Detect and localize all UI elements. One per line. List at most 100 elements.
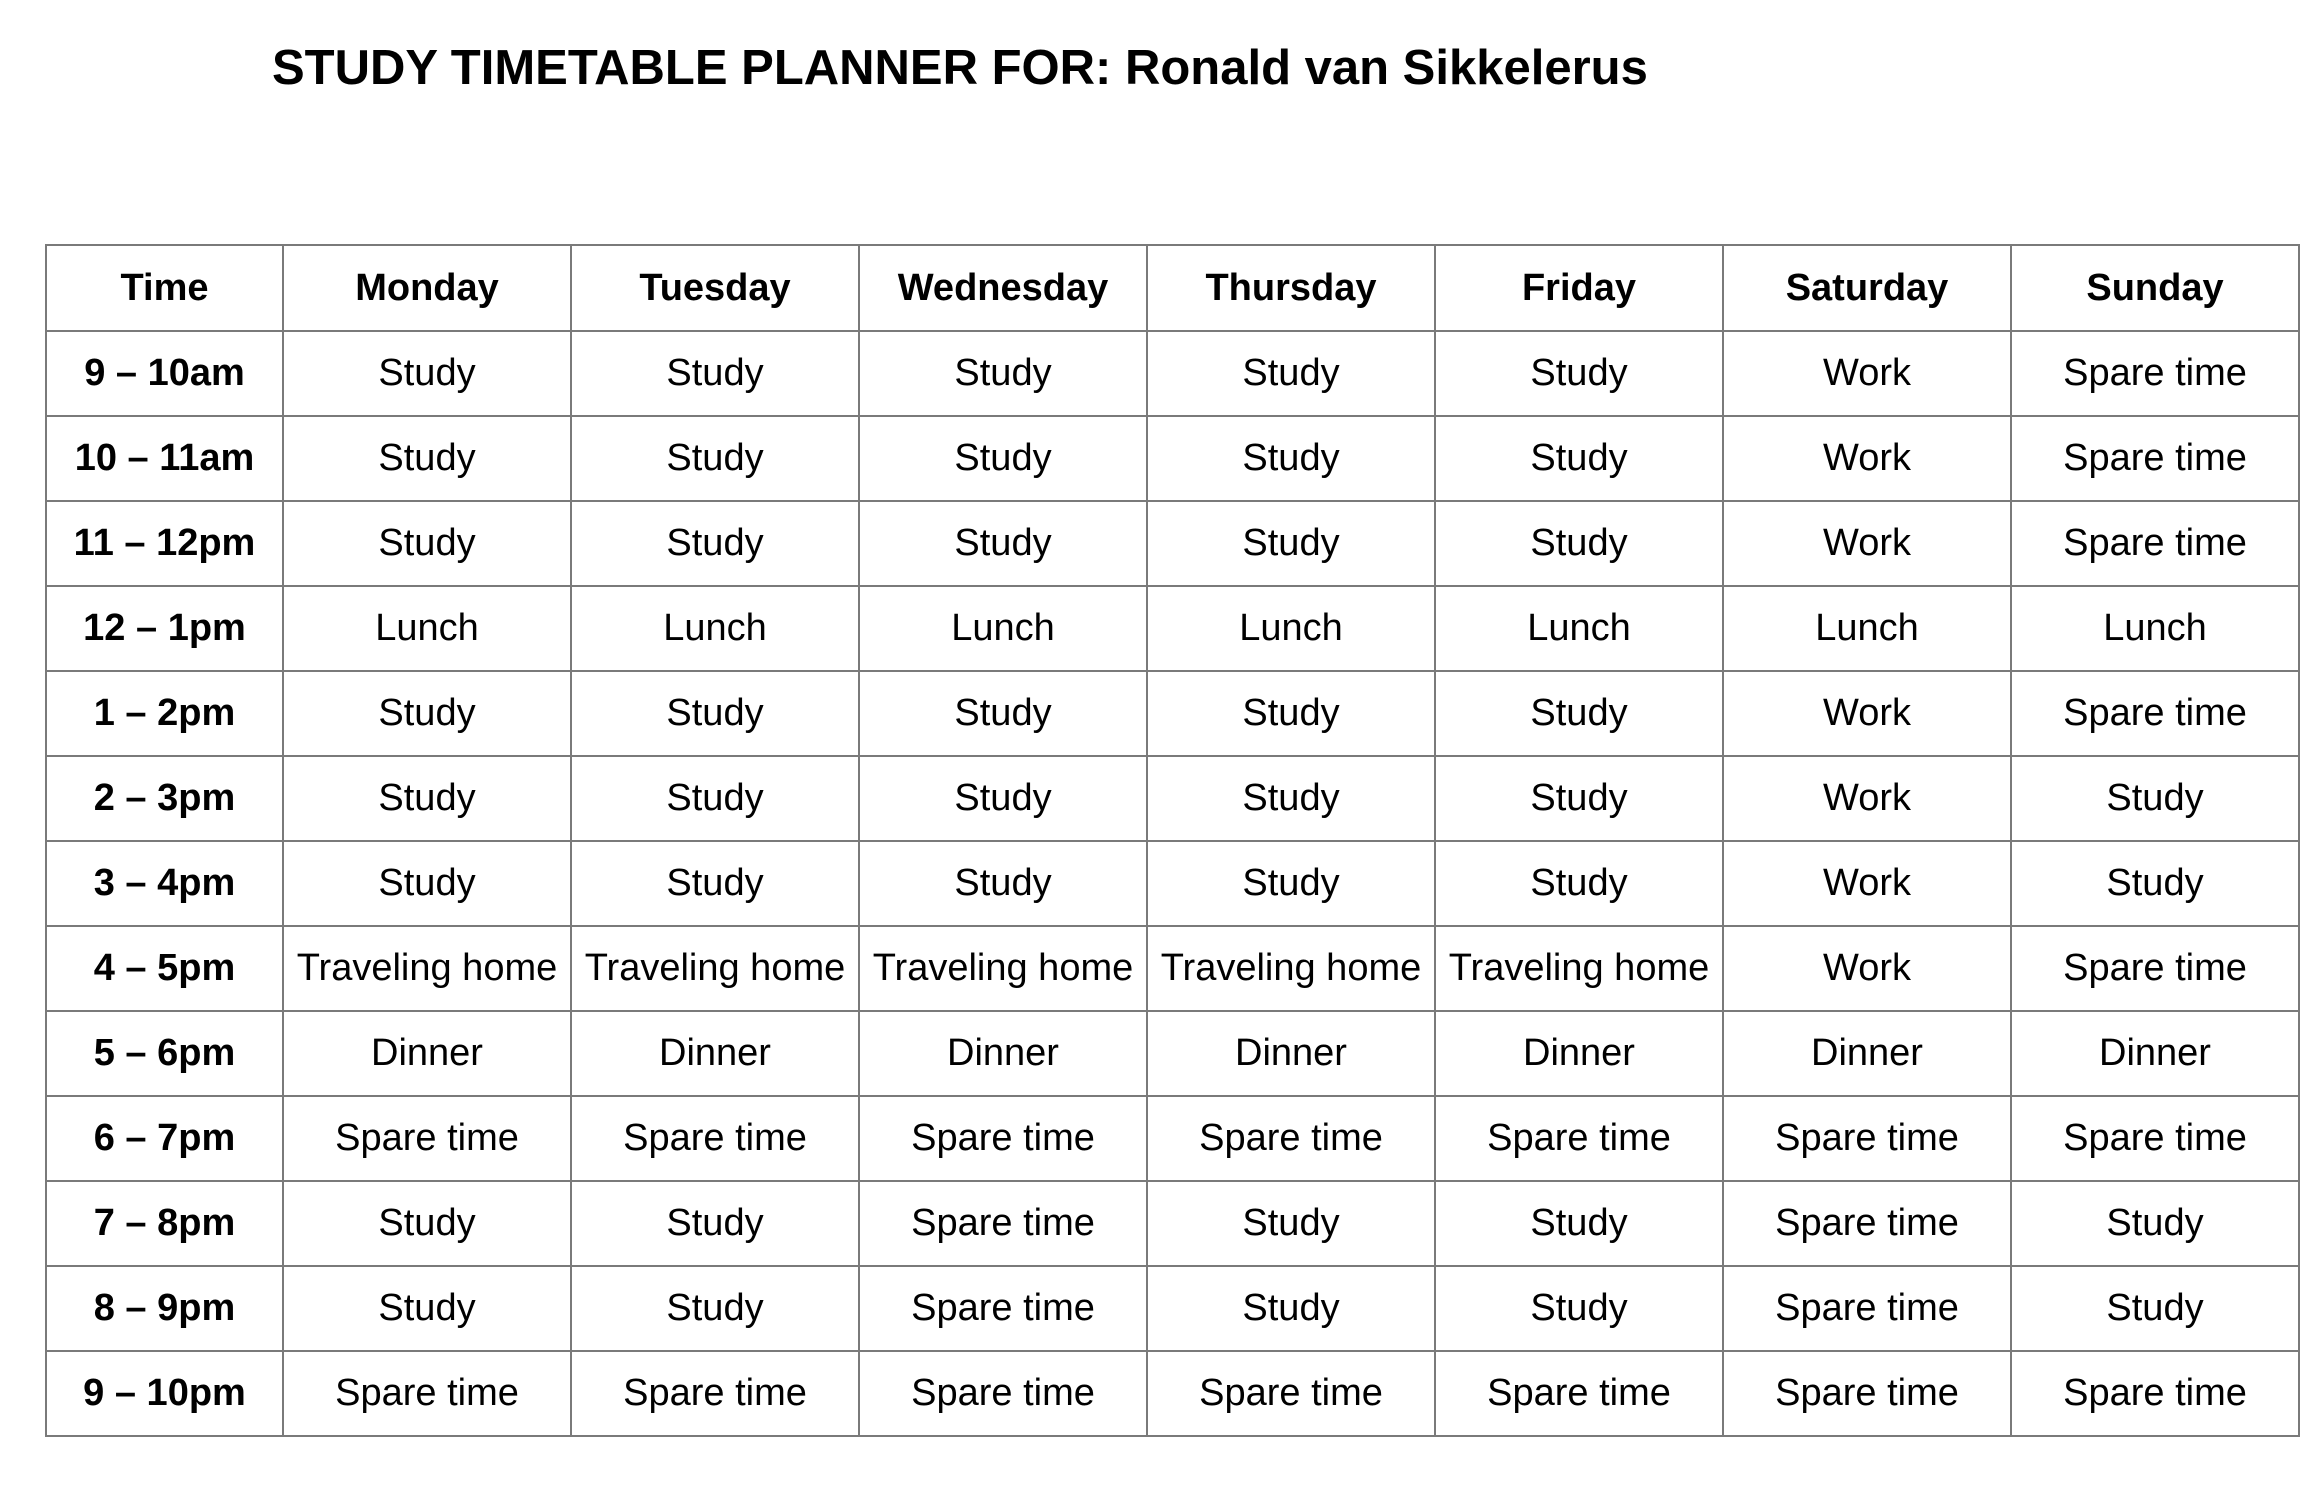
activity-cell-tuesday: Study	[570, 415, 860, 502]
activity-cell-friday: Study	[1434, 670, 1724, 757]
header-saturday: Saturday	[1722, 244, 2012, 332]
activity-cell-monday: Lunch	[282, 585, 572, 672]
activity-cell-thursday: Lunch	[1146, 585, 1436, 672]
activity-cell-saturday: Dinner	[1722, 1010, 2012, 1097]
time-slot-cell: 6 – 7pm	[45, 1095, 284, 1182]
activity-cell-wednesday: Study	[858, 415, 1148, 502]
activity-cell-tuesday: Study	[570, 1180, 860, 1267]
activity-cell-thursday: Study	[1146, 755, 1436, 842]
table-row: 9 – 10pm Spare time Spare time Spare time Sp…	[45, 1350, 2300, 1437]
activity-cell-sunday: Spare time	[2010, 330, 2300, 417]
activity-cell-thursday: Dinner	[1146, 1010, 1436, 1097]
activity-cell-monday: Study	[282, 330, 572, 417]
table-row: 11 – 12pm Study Study Study Study Study Work Sp…	[45, 500, 2300, 587]
activity-cell-friday: Spare time	[1434, 1095, 1724, 1182]
activity-cell-thursday: Spare time	[1146, 1350, 1436, 1437]
activity-cell-sunday: Study	[2010, 1180, 2300, 1267]
activity-cell-wednesday: Spare time	[858, 1095, 1148, 1182]
activity-cell-sunday: Spare time	[2010, 415, 2300, 502]
activity-cell-saturday: Spare time	[1722, 1095, 2012, 1182]
activity-cell-thursday: Spare time	[1146, 1095, 1436, 1182]
timetable-body: 9 – 10am Study Study Study Study Study Work Spa…	[45, 330, 2300, 1437]
activity-cell-wednesday: Spare time	[858, 1180, 1148, 1267]
table-row: 1 – 2pm Study Study Study Study Study Work Spar…	[45, 670, 2300, 757]
activity-cell-saturday: Work	[1722, 755, 2012, 842]
activity-cell-tuesday: Study	[570, 840, 860, 927]
table-row: 2 – 3pm Study Study Study Study Study Work Stud…	[45, 755, 2300, 842]
activity-cell-monday: Study	[282, 1180, 572, 1267]
activity-cell-monday: Study	[282, 500, 572, 587]
activity-cell-tuesday: Study	[570, 670, 860, 757]
activity-cell-monday: Study	[282, 840, 572, 927]
activity-cell-friday: Study	[1434, 1180, 1724, 1267]
activity-cell-wednesday: Study	[858, 840, 1148, 927]
activity-cell-thursday: Study	[1146, 415, 1436, 502]
activity-cell-wednesday: Study	[858, 500, 1148, 587]
activity-cell-saturday: Work	[1722, 415, 2012, 502]
header-sunday: Sunday	[2010, 244, 2300, 332]
activity-cell-monday: Study	[282, 755, 572, 842]
activity-cell-saturday: Lunch	[1722, 585, 2012, 672]
activity-cell-saturday: Spare time	[1722, 1265, 2012, 1352]
activity-cell-wednesday: Traveling home	[858, 925, 1148, 1012]
activity-cell-saturday: Work	[1722, 670, 2012, 757]
activity-cell-sunday: Spare time	[2010, 500, 2300, 587]
header-row: Time Monday Tuesday Wednesday Thursday F…	[45, 244, 2300, 332]
activity-cell-tuesday: Study	[570, 330, 860, 417]
time-slot-cell: 10 – 11am	[45, 415, 284, 502]
activity-cell-sunday: Study	[2010, 840, 2300, 927]
activity-cell-monday: Dinner	[282, 1010, 572, 1097]
activity-cell-friday: Lunch	[1434, 585, 1724, 672]
time-slot-cell: 9 – 10am	[45, 330, 284, 417]
activity-cell-saturday: Work	[1722, 840, 2012, 927]
activity-cell-wednesday: Lunch	[858, 585, 1148, 672]
activity-cell-wednesday: Spare time	[858, 1265, 1148, 1352]
table-row: 4 – 5pm Traveling home Traveling home Trave…	[45, 925, 2300, 1012]
time-slot-cell: 2 – 3pm	[45, 755, 284, 842]
header-monday: Monday	[282, 244, 572, 332]
activity-cell-friday: Dinner	[1434, 1010, 1724, 1097]
activity-cell-tuesday: Spare time	[570, 1350, 860, 1437]
table-row: 3 – 4pm Study Study Study Study Study Work Stud…	[45, 840, 2300, 927]
activity-cell-friday: Study	[1434, 840, 1724, 927]
activity-cell-monday: Study	[282, 415, 572, 502]
time-slot-cell: 7 – 8pm	[45, 1180, 284, 1267]
activity-cell-monday: Spare time	[282, 1095, 572, 1182]
activity-cell-friday: Study	[1434, 500, 1724, 587]
activity-cell-tuesday: Lunch	[570, 585, 860, 672]
activity-cell-sunday: Study	[2010, 755, 2300, 842]
activity-cell-friday: Study	[1434, 330, 1724, 417]
time-slot-cell: 5 – 6pm	[45, 1010, 284, 1097]
activity-cell-thursday: Study	[1146, 1180, 1436, 1267]
activity-cell-friday: Study	[1434, 755, 1724, 842]
activity-cell-saturday: Work	[1722, 500, 2012, 587]
activity-cell-wednesday: Study	[858, 670, 1148, 757]
activity-cell-tuesday: Study	[570, 755, 860, 842]
time-slot-cell: 12 – 1pm	[45, 585, 284, 672]
activity-cell-saturday: Work	[1722, 925, 2012, 1012]
header-time: Time	[45, 244, 284, 332]
activity-cell-saturday: Work	[1722, 330, 2012, 417]
time-slot-cell: 8 – 9pm	[45, 1265, 284, 1352]
activity-cell-sunday: Lunch	[2010, 585, 2300, 672]
time-slot-cell: 9 – 10pm	[45, 1350, 284, 1437]
activity-cell-saturday: Spare time	[1722, 1180, 2012, 1267]
activity-cell-wednesday: Dinner	[858, 1010, 1148, 1097]
activity-cell-sunday: Spare time	[2010, 925, 2300, 1012]
activity-cell-monday: Traveling home	[282, 925, 572, 1012]
activity-cell-friday: Traveling home	[1434, 925, 1724, 1012]
header-friday: Friday	[1434, 244, 1724, 332]
activity-cell-tuesday: Spare time	[570, 1095, 860, 1182]
activity-cell-monday: Spare time	[282, 1350, 572, 1437]
activity-cell-monday: Study	[282, 670, 572, 757]
activity-cell-sunday: Dinner	[2010, 1010, 2300, 1097]
activity-cell-thursday: Study	[1146, 330, 1436, 417]
time-slot-cell: 1 – 2pm	[45, 670, 284, 757]
activity-cell-sunday: Spare time	[2010, 670, 2300, 757]
study-timetable: Time Monday Tuesday Wednesday Thursday F…	[45, 244, 2300, 1437]
activity-cell-sunday: Study	[2010, 1265, 2300, 1352]
activity-cell-thursday: Study	[1146, 670, 1436, 757]
activity-cell-tuesday: Traveling home	[570, 925, 860, 1012]
activity-cell-thursday: Study	[1146, 1265, 1436, 1352]
table-row: 8 – 9pm Study Study Spare time Study Study Spa…	[45, 1265, 2300, 1352]
